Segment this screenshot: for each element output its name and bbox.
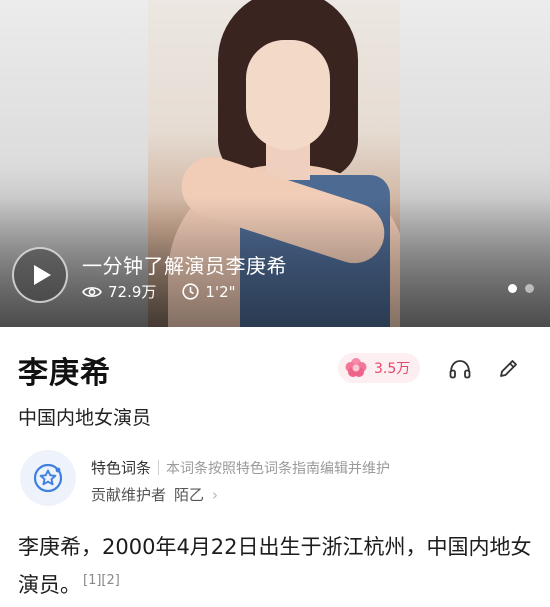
citation-links[interactable]: [1][2] [83,573,120,588]
summary-paragraph: 李庚希，2000年4月22日出生于浙江杭州，中国内地女演员。 [1][2] [18,530,538,602]
duration: 1'2" [182,282,236,301]
eye-icon [82,286,102,297]
maintainer-link[interactable]: 贡献维护者 陌乙 › [91,484,218,505]
photo-face [246,40,330,150]
maintainer-name: 陌乙 [174,486,205,504]
clock-icon [182,283,200,300]
carousel-dot-active[interactable] [508,284,517,293]
divider [158,460,160,475]
like-button[interactable]: 3.5万 [338,353,420,383]
view-count-text: 72.9万 [108,283,157,301]
listen-button[interactable] [447,356,473,382]
entry-description: 中国内地女演员 [18,407,152,429]
like-count: 3.5万 [374,361,411,377]
feature-note: 本词条按照特色词条指南编辑并维护 [166,460,391,477]
headphones-icon [449,360,471,379]
chevron-right-icon: › [212,485,219,504]
play-button[interactable] [12,247,68,303]
video-meta: 72.9万 1'2" [82,281,262,302]
carousel-dots[interactable] [500,284,534,293]
play-icon [34,265,51,285]
feature-badge [20,450,76,506]
video-hero[interactable]: 一分钟了解演员李庚希 72.9万 1'2" [0,0,550,327]
feature-tag: 特色词条 [91,459,152,477]
feature-info: 特色词条 本词条按照特色词条指南编辑并维护 [91,457,390,478]
video-title[interactable]: 一分钟了解演员李庚希 [82,250,287,279]
flower-icon [345,358,367,377]
entry-title: 李庚希 [18,356,111,391]
edit-icon [500,360,517,377]
duration-text: 1'2" [205,282,236,301]
view-count: 72.9万 [82,281,156,302]
maintainer-label: 贡献维护者 [91,486,167,504]
edit-button[interactable] [495,356,521,382]
feature-badge-icon [33,463,63,493]
carousel-dot[interactable] [525,284,534,293]
